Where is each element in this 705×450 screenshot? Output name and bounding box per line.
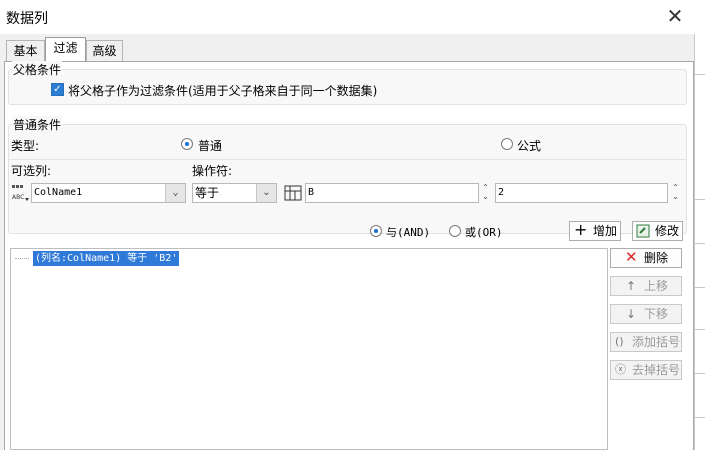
modify-button[interactable]: 修改 — [632, 221, 683, 241]
type-normal-radio[interactable] — [181, 138, 193, 150]
add-button[interactable]: + 增加 — [569, 221, 621, 241]
background-window-edge — [694, 34, 705, 450]
tab-filter[interactable]: 过滤 — [45, 37, 86, 61]
delete-icon: ✕ — [625, 248, 638, 266]
remove-bracket-button[interactable]: ⓧ 去掉括号 — [610, 360, 682, 380]
tab-basic[interactable]: 基本 — [6, 40, 45, 62]
svg-text:ABC: ABC — [12, 194, 24, 201]
condition-list[interactable]: (列名:ColName1) 等于 'B2' — [10, 248, 608, 450]
remove-bracket-icon: ⓧ — [615, 363, 626, 376]
list-item[interactable]: (列名:ColName1) 等于 'B2' — [14, 251, 180, 266]
divider — [8, 159, 687, 160]
value-input-2[interactable]: 2 — [495, 183, 668, 203]
plus-icon: + — [574, 220, 588, 239]
operator-select-value: 等于 — [195, 186, 220, 200]
chevron-down-icon[interactable]: ⌄ — [256, 184, 276, 202]
edit-icon — [636, 224, 650, 243]
title-bar — [0, 0, 705, 34]
or-label: 或(OR) — [465, 226, 503, 239]
bracket-icon: () — [615, 335, 624, 348]
move-down-button[interactable]: ↓ 下移 — [610, 304, 682, 324]
type-normal-label: 普通 — [198, 139, 223, 153]
value-spinner[interactable]: ⌃ ⌄ — [480, 183, 491, 203]
type-formula-radio[interactable] — [501, 138, 513, 150]
arrow-down-icon: ↓ — [626, 307, 637, 321]
move-up-button[interactable]: ↑ 上移 — [610, 276, 682, 296]
normal-condition-label: 普通条件 — [12, 116, 63, 133]
parent-condition-label: 父格条件 — [12, 61, 63, 78]
parent-filter-checkbox-label: 将父格子作为过滤条件(适用于父子格来自于同一个数据集) — [68, 84, 378, 98]
value-spinner-2[interactable]: ⌃ ⌄ — [670, 183, 681, 203]
add-bracket-button[interactable]: () 添加括号 — [610, 332, 682, 352]
chevron-down-icon[interactable]: ⌄ — [165, 184, 185, 202]
normal-condition-group — [8, 124, 687, 234]
and-label: 与(AND) — [386, 226, 431, 239]
value-input[interactable]: B — [305, 183, 479, 203]
grid-picker-icon[interactable] — [283, 183, 303, 203]
close-icon[interactable]: ✕ — [664, 5, 686, 27]
dialog-title: 数据列 — [6, 11, 48, 27]
column-label: 可选列: — [11, 164, 52, 178]
and-radio[interactable] — [370, 225, 382, 237]
column-type-icon[interactable]: ABC — [11, 183, 31, 203]
column-select-value: ColName1 — [34, 187, 83, 198]
type-label: 类型: — [11, 139, 40, 153]
column-select[interactable]: ColName1 ⌄ — [31, 183, 186, 203]
delete-button[interactable]: ✕ 删除 — [610, 248, 682, 268]
operator-label: 操作符: — [192, 164, 233, 178]
or-radio[interactable] — [449, 225, 461, 237]
parent-filter-checkbox[interactable]: ✓ — [51, 83, 64, 96]
tab-advanced[interactable]: 高级 — [86, 40, 123, 62]
type-formula-label: 公式 — [517, 139, 542, 153]
operator-select[interactable]: 等于 ⌄ — [192, 183, 277, 203]
arrow-up-icon: ↑ — [626, 279, 637, 293]
